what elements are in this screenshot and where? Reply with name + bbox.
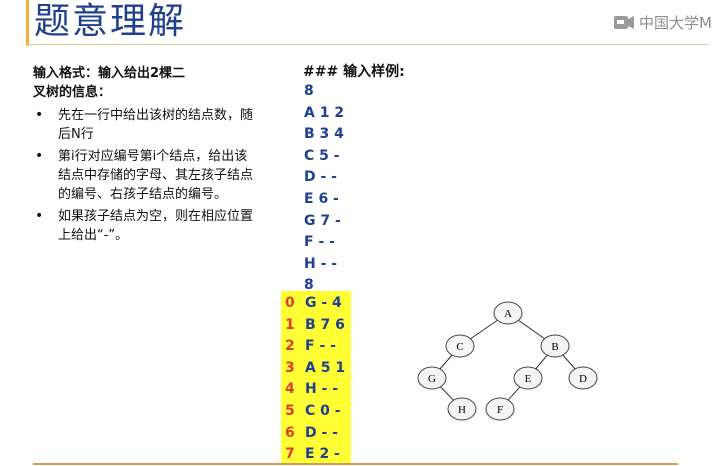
sample-line: 8 [304,83,314,99]
highlighted-row: 2 F - - [285,336,345,358]
watermark: 中国大学M [613,12,712,33]
bullet-icon: • [35,148,44,164]
row-value: C 0 - [305,402,341,419]
input-format-panel: 输入格式：输入给出2棵二 叉树的信息： • 先在一行中给出该树的结点数，随后N行… [33,64,253,248]
node-label: G [428,373,436,385]
sample-line: G 7 - [304,212,341,229]
format-bullet-list: • 先在一行中给出该树的结点数，随后N行 • 第i行对应编号第i个结点，给出该结… [33,106,253,245]
node-label: D [579,373,587,385]
bullet-text: 如果孩子结点为空，则在相应位置上给出“-”。 [58,209,254,243]
highlighted-sample-lines: 0 G - 4 1 B 7 6 2 F - - 3 A 5 1 4 H - - 5 C 0 … [285,293,345,466]
tree-node: E [513,366,543,390]
bullet-icon: • [35,107,44,123]
bullet-text: 先在一行中给出该树的结点数，随后N行 [58,108,254,142]
node-label: E [525,373,532,385]
footer-divider [33,463,678,465]
tree-node: B [540,334,570,358]
intro-line-2: 叉树的信息： [33,85,112,100]
row-index: 0 [285,295,295,311]
tree-node: A [493,301,523,325]
highlighted-row: 3 A 5 1 [285,358,345,380]
node-label: H [458,404,466,416]
sample-line: A 1 2 [304,104,345,121]
sample-line: E 6 - [304,190,339,207]
sample-line: D - - [304,169,337,186]
bullet-icon: • [35,208,44,224]
row-value: H - - [305,381,339,398]
sample-line: C 5 - [304,147,340,164]
title-accent-bar [26,0,29,46]
tree-node: D [568,366,598,390]
row-index: 3 [285,359,295,376]
tree-node: F [485,397,515,421]
row-value: G - 4 [305,295,342,311]
node-label: F [497,404,503,416]
tree-node: H [447,397,477,421]
row-value: B 7 6 [305,316,345,333]
sample-heading: ### 输入样例: [303,64,405,80]
watermark-text: 中国大学M [639,14,712,32]
row-value: A 5 1 [305,359,346,376]
sample-lines: 8 A 1 2 B 3 4 C 5 - D - - E 6 - G 7 - F … [304,81,344,297]
sample-line: F - - [304,234,335,251]
row-value: F - - [305,338,336,355]
row-value: D - - [305,424,338,441]
highlighted-row: 1 B 7 6 [285,315,345,337]
page-title: 题意理解 [34,1,187,42]
bullet-item: • 第i行对应编号第i个结点，给出该结点中存储的字母、其左孩子结点的编号、右孩子… [33,147,253,204]
row-index: 4 [285,381,295,398]
highlighted-row: 6 D - - [285,423,345,445]
bullet-text: 第i行对应编号第i个结点，给出该结点中存储的字母、其左孩子结点的编号、右孩子结点… [58,149,254,202]
node-label: B [551,341,558,353]
highlighted-row: 0 G - 4 [285,293,345,315]
binary-tree-diagram: A C B G E D H F [417,301,598,421]
node-label: C [456,341,463,353]
highlighted-row: 5 C 0 - [285,401,345,423]
tree-node: G [417,366,447,390]
bullet-item: • 先在一行中给出该树的结点数，随后N行 [33,106,253,144]
tree-node: C [445,334,475,358]
intro-line-1: 输入格式：输入给出2棵二 [33,66,186,81]
row-index: 2 [285,338,295,355]
mooc-logo-icon [613,14,635,32]
row-index: 1 [285,316,295,333]
row-index: 5 [285,402,295,419]
highlighted-row: 4 H - - [285,379,345,401]
bullet-item: • 如果孩子结点为空，则在相应位置上给出“-”。 [33,207,253,245]
node-label: A [504,308,512,320]
sample-line: H - - [304,255,338,272]
sample-line: B 3 4 [304,126,344,143]
row-index: 6 [285,424,295,441]
header-divider [26,44,708,45]
